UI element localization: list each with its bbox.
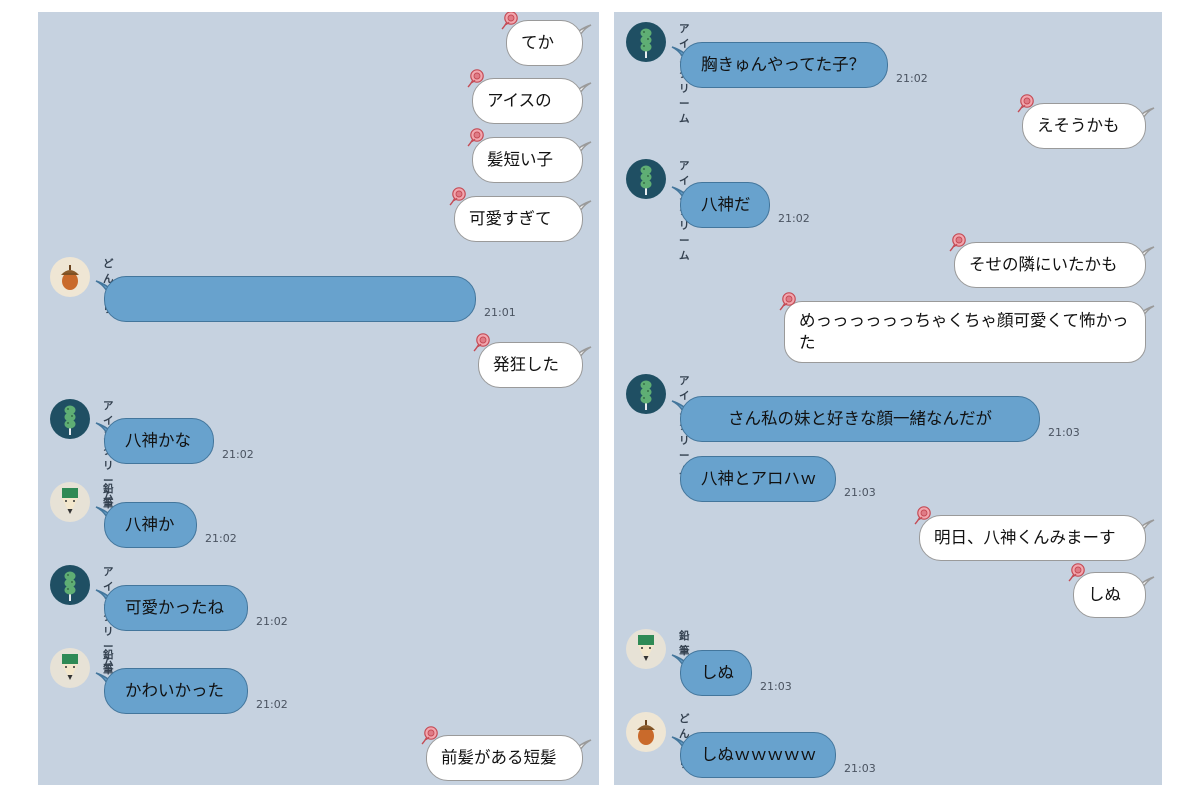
flower-sticker-icon	[500, 12, 520, 30]
flower-sticker-icon	[466, 68, 486, 88]
message-time: 21:03	[1048, 426, 1080, 439]
message-bubble[interactable]: 可愛すぎて	[454, 196, 583, 242]
pencil-icon[interactable]	[626, 629, 666, 669]
message-time: 21:02	[778, 212, 810, 225]
message-time: 21:02	[205, 532, 237, 545]
ice-cream-icon[interactable]	[50, 565, 90, 605]
message-bubble[interactable]: 八神とアロハｗ	[680, 456, 836, 502]
ice-cream-icon[interactable]	[626, 159, 666, 199]
message-time: 21:02	[256, 698, 288, 711]
ice-cream-icon[interactable]	[626, 22, 666, 62]
left-chat-panel: てか既読 321:01アイスの既読 321:01髪短い子既読 321:01可愛す…	[38, 12, 599, 785]
flower-sticker-icon	[420, 725, 440, 745]
message-bubble[interactable]: 八神かな	[104, 418, 214, 464]
pencil-icon[interactable]	[50, 482, 90, 522]
message-bubble[interactable]: 明日、八神くんみまーす	[919, 515, 1146, 561]
flower-sticker-icon	[913, 505, 933, 525]
message-bubble[interactable]: 髪短い子	[472, 137, 583, 183]
flower-sticker-icon	[1067, 562, 1087, 582]
flower-sticker-icon	[448, 186, 468, 206]
message-bubble[interactable]: 八神だ	[680, 182, 770, 228]
flower-sticker-icon	[466, 127, 486, 147]
flower-sticker-icon	[1016, 93, 1036, 113]
message-time: 21:01	[484, 306, 516, 319]
message-bubble[interactable]: 可愛かったね	[104, 585, 248, 631]
message-bubble[interactable]: 前髪がある短髪	[426, 735, 583, 781]
message-bubble[interactable]: えそうかも	[1022, 103, 1146, 149]
message-bubble[interactable]: しぬｗｗｗｗｗ	[680, 732, 836, 778]
acorn-icon[interactable]	[626, 712, 666, 752]
message-bubble[interactable]: めっっっっっっちゃくちゃ顔可愛くて怖かった	[784, 301, 1146, 363]
message-time: 21:03	[760, 680, 792, 693]
message-time: 21:03	[844, 486, 876, 499]
message-bubble[interactable]: かわいかった	[104, 668, 248, 714]
ice-cream-icon[interactable]	[626, 374, 666, 414]
flower-sticker-icon	[778, 291, 798, 311]
ice-cream-icon[interactable]	[50, 399, 90, 439]
message-time: 21:02	[256, 615, 288, 628]
message-bubble[interactable]: しぬ	[680, 650, 752, 696]
message-bubble[interactable]: 胸きゅんやってた子？	[680, 42, 888, 88]
message-bubble[interactable]: そせの隣にいたかも	[954, 242, 1146, 288]
message-time: 21:02	[896, 72, 928, 85]
message-bubble[interactable]	[104, 276, 476, 322]
pencil-icon[interactable]	[50, 648, 90, 688]
acorn-icon[interactable]	[50, 257, 90, 297]
message-bubble[interactable]: 八神か	[104, 502, 197, 548]
message-time: 21:02	[222, 448, 254, 461]
flower-sticker-icon	[472, 332, 492, 352]
message-time: 21:03	[844, 762, 876, 775]
message-bubble[interactable]: さん私の妹と好きな顔一緒なんだが	[680, 396, 1040, 442]
message-bubble[interactable]: 発狂した	[478, 342, 583, 388]
flower-sticker-icon	[948, 232, 968, 252]
message-bubble[interactable]: アイスの	[472, 78, 583, 124]
right-chat-panel: アイスクリーム胸きゅんやってた子？21:02えそうかも既読 321:02アイスク…	[614, 12, 1162, 785]
